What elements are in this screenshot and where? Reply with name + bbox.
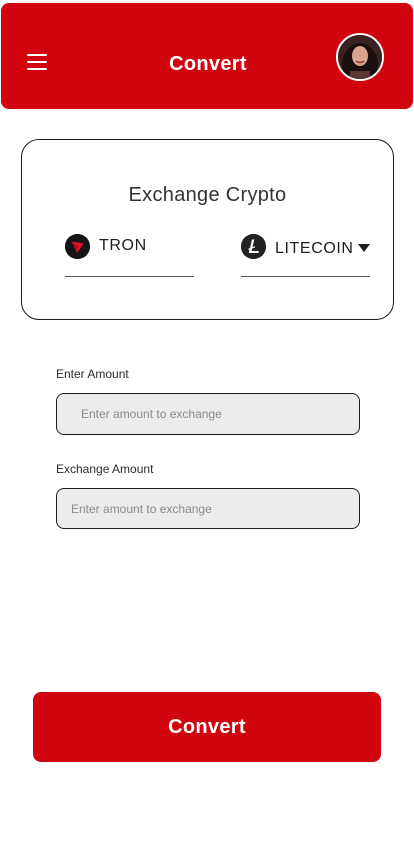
avatar[interactable] [336,33,384,81]
exchange-amount-label: Exchange Amount [56,462,154,476]
app-header: Convert [1,3,413,109]
amount-label: Enter Amount [56,367,129,381]
amount-input[interactable] [56,393,360,435]
from-coin-underline [65,276,194,277]
from-coin-label: TRON [99,237,147,254]
exchange-amount-input[interactable] [56,488,360,529]
convert-button[interactable]: Convert [33,692,381,762]
to-coin-label: LITECOIN [275,240,354,257]
chevron-down-icon[interactable] [358,244,370,252]
exchange-card: Exchange Crypto TRON LITECOIN [21,139,394,320]
avatar-image [338,35,382,79]
from-coin-selector[interactable]: TRON [65,232,194,277]
to-coin-underline [241,276,370,277]
litecoin-icon [241,234,266,259]
to-coin-selector[interactable]: LITECOIN [241,232,370,277]
exchange-title: Exchange Crypto [128,184,287,206]
tron-icon [65,234,90,259]
